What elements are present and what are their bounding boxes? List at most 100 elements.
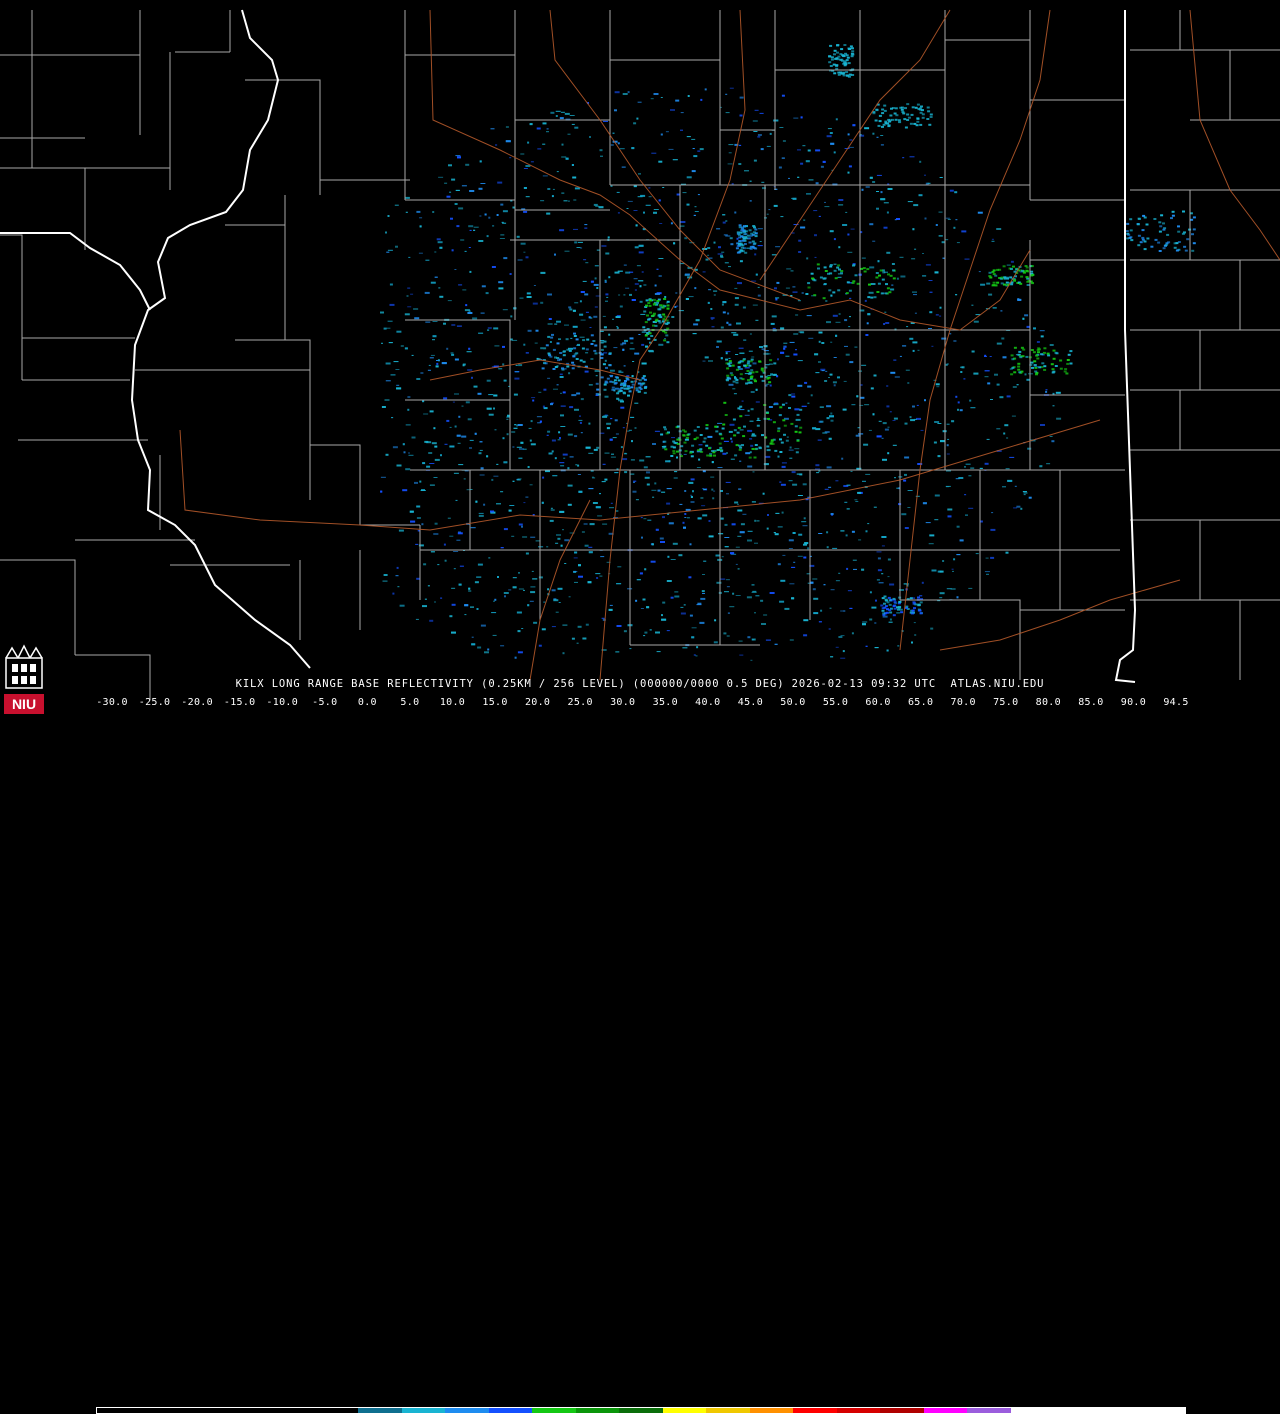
- echo-pixel: [853, 568, 857, 570]
- echo-pixel: [924, 174, 926, 176]
- echo-pixel: [480, 312, 485, 314]
- echo-pixel: [488, 216, 491, 219]
- echo-pixel: [955, 395, 958, 398]
- echo-pixel: [820, 609, 823, 612]
- legend-tick: 50.0: [780, 697, 806, 708]
- echo-pixel: [842, 54, 845, 57]
- echo-pixel: [605, 252, 610, 255]
- echo-pixel: [828, 377, 830, 378]
- echo-pixel: [1046, 463, 1051, 465]
- echo-pixel: [494, 598, 497, 601]
- legend-color-step: [271, 1408, 315, 1413]
- echo-pixel: [679, 503, 683, 505]
- echo-pixel: [413, 308, 419, 310]
- echo-pixel: [728, 383, 734, 386]
- echo-pixel: [602, 463, 606, 465]
- echo-pixel: [645, 304, 648, 307]
- echo-pixel: [528, 427, 532, 429]
- echo-pixel: [771, 315, 777, 318]
- echo-pixel: [578, 575, 583, 578]
- echo-pixel: [513, 393, 518, 396]
- echo-pixel: [419, 225, 422, 228]
- echo-pixel: [599, 149, 603, 152]
- echo-pixel: [819, 406, 824, 408]
- echo-pixel: [757, 294, 761, 297]
- echo-pixel: [1020, 346, 1024, 349]
- echo-pixel: [693, 155, 698, 158]
- echo-pixel: [639, 384, 643, 387]
- echo-pixel: [635, 389, 639, 392]
- echo-pixel: [690, 496, 693, 498]
- echo-pixel: [862, 621, 868, 623]
- echo-pixel: [493, 327, 499, 330]
- echo-pixel: [487, 327, 492, 329]
- echo-pixel: [852, 559, 857, 561]
- echo-pixel: [902, 157, 905, 159]
- echo-pixel: [620, 343, 624, 346]
- echo-pixel: [898, 600, 902, 603]
- echo-pixel: [751, 356, 755, 358]
- echo-pixel: [653, 93, 659, 95]
- echo-pixel: [411, 436, 416, 439]
- echo-pixel: [585, 262, 589, 264]
- echo-pixel: [815, 464, 820, 467]
- legend-color-step: [140, 1408, 185, 1413]
- echo-pixel: [720, 326, 724, 329]
- echo-pixel: [1002, 265, 1006, 268]
- legend-tick: 0.0: [357, 697, 377, 708]
- echo-pixel: [596, 577, 599, 579]
- echo-pixel: [486, 455, 489, 458]
- echo-pixel: [555, 611, 559, 613]
- echo-pixel: [779, 451, 783, 453]
- echo-pixel: [567, 503, 572, 506]
- echo-pixel: [768, 406, 773, 408]
- echo-pixel: [643, 378, 647, 381]
- echo-pixel: [644, 476, 650, 479]
- echo-pixel: [759, 112, 764, 114]
- echo-pixel: [680, 112, 684, 114]
- echo-pixel: [779, 481, 782, 483]
- echo-pixel: [627, 385, 631, 388]
- echo-pixel: [884, 605, 888, 608]
- echo-pixel: [622, 348, 625, 351]
- echo-pixel: [816, 263, 820, 266]
- echo-pixel: [1027, 447, 1032, 450]
- echo-pixel: [973, 320, 979, 323]
- echo-pixel: [806, 257, 809, 260]
- echo-pixel: [842, 224, 848, 226]
- echo-pixel: [760, 369, 764, 372]
- echo-pixel: [549, 519, 554, 522]
- echo-pixel: [1130, 239, 1134, 242]
- echo-pixel: [646, 483, 650, 486]
- echo-pixel: [518, 572, 520, 574]
- echo-pixel: [456, 225, 460, 228]
- echo-pixel: [833, 357, 837, 358]
- legend-tick: 45.0: [737, 697, 764, 708]
- legend-color-step: [923, 1408, 968, 1413]
- echo-pixel: [700, 450, 704, 453]
- echo-pixel: [795, 418, 801, 421]
- echo-pixel: [556, 171, 559, 173]
- echo-pixel: [458, 464, 464, 466]
- echo-pixel: [736, 431, 740, 434]
- echo-pixel: [849, 139, 853, 141]
- echo-pixel: [775, 512, 780, 514]
- echo-pixel: [551, 450, 554, 453]
- echo-pixel: [573, 199, 577, 201]
- echo-pixel: [693, 654, 696, 656]
- echo-pixel: [757, 136, 761, 138]
- echo-pixel: [836, 58, 840, 61]
- echo-pixel: [953, 226, 956, 229]
- echo-pixel: [455, 499, 458, 501]
- echo-pixel: [661, 614, 663, 617]
- echo-pixel: [443, 543, 446, 546]
- echo-pixel: [623, 382, 626, 385]
- echo-pixel: [721, 303, 724, 306]
- echo-pixel: [478, 512, 484, 514]
- echo-pixel: [860, 396, 865, 399]
- echo-pixel: [860, 267, 864, 270]
- echo-pixel: [751, 433, 755, 436]
- echo-pixel: [572, 355, 576, 358]
- echo-pixel: [880, 292, 884, 295]
- echo-pixel: [532, 302, 538, 305]
